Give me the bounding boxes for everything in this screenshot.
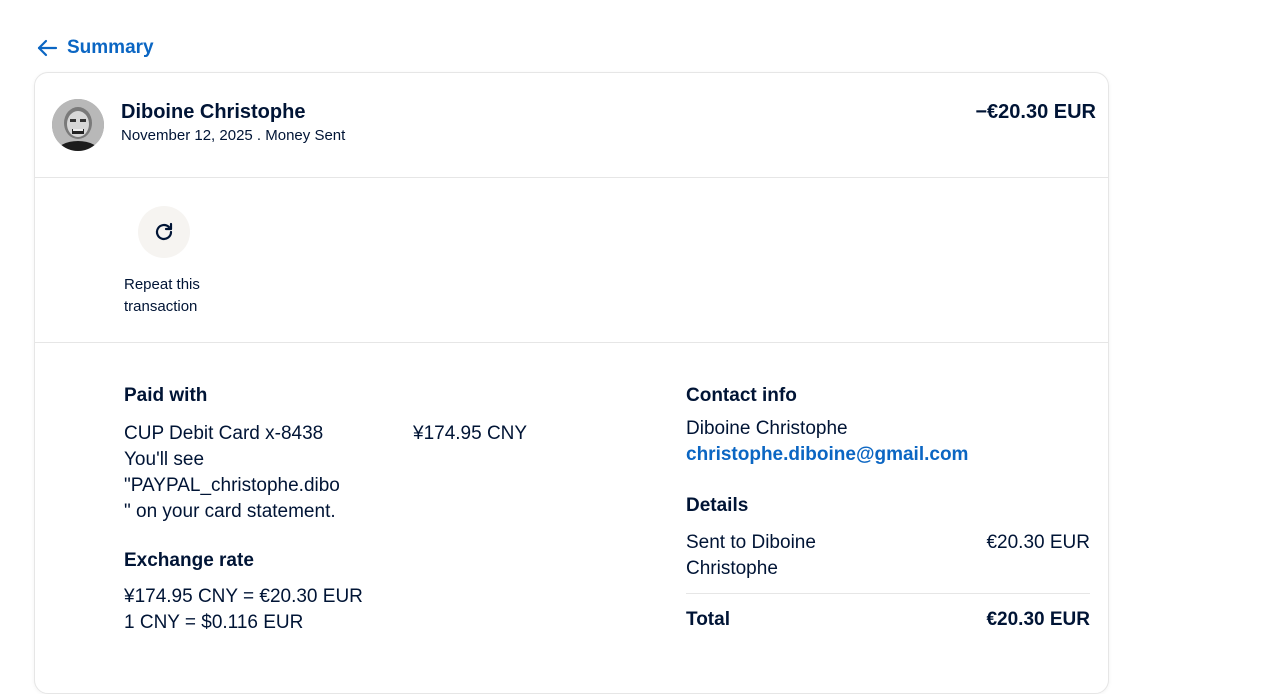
sent-to-label-line2: Christophe: [686, 558, 778, 579]
payee-name: Diboine Christophe: [121, 101, 306, 123]
statement-note-line3: " on your card statement.: [124, 501, 336, 522]
back-link-label: Summary: [67, 37, 154, 58]
transaction-header: Diboine Christophe November 12, 2025 . M…: [35, 73, 1108, 178]
transaction-card: Diboine Christophe November 12, 2025 . M…: [34, 72, 1109, 694]
contact-name: Diboine Christophe: [686, 418, 848, 439]
details-divider: [686, 593, 1090, 594]
transaction-date-type: November 12, 2025 . Money Sent: [121, 127, 346, 144]
total-label: Total: [686, 609, 730, 630]
repeat-transaction-button[interactable]: [138, 206, 190, 258]
paid-with-title: Paid with: [124, 385, 208, 406]
payment-method: CUP Debit Card x-8438: [124, 423, 324, 444]
sent-to-amount: €20.30 EUR: [986, 532, 1090, 553]
exchange-rate-line2: 1 CNY = $0.116 EUR: [124, 612, 304, 633]
exchange-rate-line1: ¥174.95 CNY = €20.30 EUR: [124, 586, 363, 607]
contact-email-link[interactable]: christophe.diboine@gmail.com: [686, 444, 968, 466]
exchange-rate-title: Exchange rate: [124, 550, 254, 571]
statement-note-line1: You'll see: [124, 449, 205, 470]
repeat-transaction-label: Repeat this transaction: [124, 276, 200, 315]
total-amount: €20.30 EUR: [986, 609, 1090, 630]
sent-to-label-line1: Sent to Diboine: [686, 532, 816, 553]
back-to-summary-link[interactable]: Summary: [35, 36, 154, 60]
arrow-left-icon: [37, 39, 58, 57]
details-title: Details: [686, 495, 749, 516]
transaction-amount: −€20.30 EUR: [975, 101, 1096, 123]
refresh-icon: [155, 222, 173, 241]
payment-method-amount: ¥174.95 CNY: [413, 423, 528, 444]
avatar: [52, 99, 104, 151]
transaction-actions: Repeat this transaction: [35, 178, 1108, 343]
user-photo-icon: [52, 99, 104, 151]
contact-info-title: Contact info: [686, 385, 797, 406]
statement-note-line2: "PAYPAL_christophe.dibo: [124, 475, 340, 496]
